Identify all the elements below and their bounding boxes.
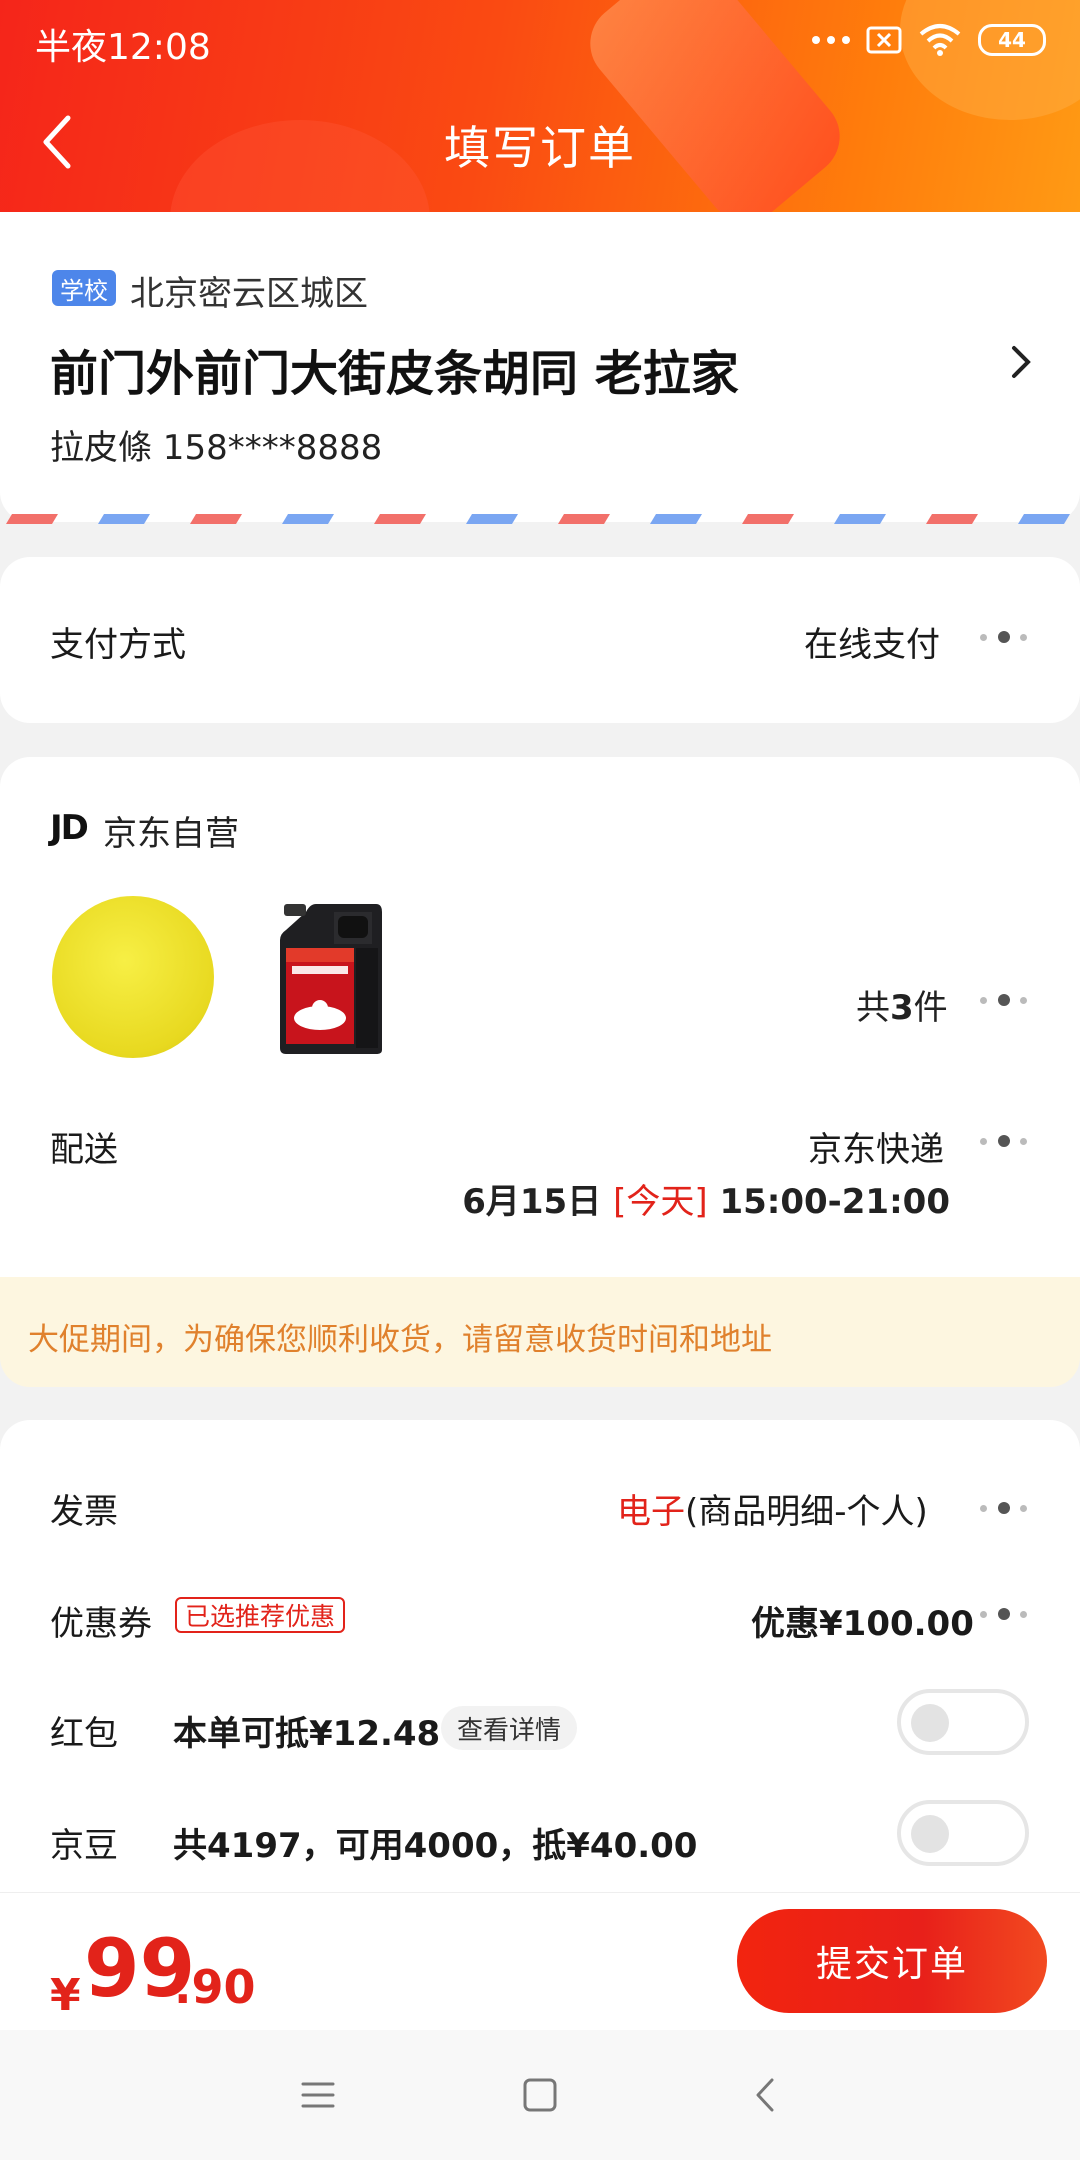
- delivery-today: [今天]: [613, 1182, 708, 1222]
- page-title: 填写订单: [444, 121, 636, 175]
- price-currency: ¥: [50, 1970, 81, 2021]
- red-packet-value: 本单可抵¥12.48: [173, 1714, 441, 1754]
- address-detail[interactable]: 前门外前门大街皮条胡同 老拉家: [50, 334, 739, 404]
- payment-method-label: 支付方式: [50, 625, 186, 665]
- home-icon[interactable]: [515, 2070, 565, 2120]
- invoice-label: 发票: [50, 1492, 118, 1532]
- notification-dots-icon: [812, 36, 850, 44]
- goods-count-number: 3: [890, 988, 914, 1028]
- address-contact: 拉皮條 158****8888: [50, 428, 383, 468]
- toggle-knob: [911, 1704, 949, 1742]
- goods-count-prefix: 共: [856, 988, 890, 1028]
- battery-indicator: 44: [978, 24, 1046, 56]
- jd-logo: JD: [50, 808, 89, 848]
- delivery-method[interactable]: 京东快递: [808, 1122, 944, 1171]
- product-image-sponge[interactable]: [52, 896, 214, 1058]
- more-dots-icon[interactable]: [980, 1607, 1030, 1621]
- menu-icon[interactable]: [293, 2070, 343, 2120]
- address-tag: 学校: [52, 270, 116, 306]
- invoice-value[interactable]: 电子(商品明细-个人): [617, 1484, 928, 1533]
- submit-order-button[interactable]: 提交订单: [737, 1909, 1047, 2013]
- price-decimal: .90: [174, 1960, 256, 2014]
- more-dots-icon[interactable]: [980, 630, 1030, 644]
- delivery-window: 15:00-21:00: [719, 1182, 950, 1222]
- red-packet-toggle[interactable]: [897, 1689, 1029, 1755]
- more-dots-icon[interactable]: [980, 1501, 1030, 1515]
- jd-beans-value: 共4197，可用4000，抵¥40.00: [173, 1826, 698, 1866]
- coupon-recommended-tag: 已选推荐优惠: [175, 1597, 346, 1633]
- delivery-time[interactable]: 6月15日 [今天] 15:00-21:00: [462, 1174, 950, 1223]
- promo-notice-text: 大促期间，为确保您顺利收货，请留意收货时间和地址: [28, 1322, 772, 1358]
- red-packet-detail-button[interactable]: 查看详情: [441, 1706, 578, 1750]
- status-bar: 半夜12:08 44: [0, 0, 1080, 80]
- jd-beans-label: 京豆: [50, 1826, 118, 1866]
- battery-level: 44: [998, 28, 1026, 52]
- address-region: 北京密云区城区: [130, 274, 368, 314]
- sim-x-icon: [866, 26, 902, 54]
- wifi-icon: [919, 24, 961, 56]
- red-packet-label: 红包: [50, 1714, 118, 1754]
- status-time: 半夜12:08: [35, 27, 211, 68]
- product-image-engine-oil[interactable]: [276, 900, 386, 1056]
- payment-method-value[interactable]: 在线支付: [804, 617, 940, 666]
- coupon-label: 优惠券: [50, 1604, 152, 1644]
- airmail-stripe: [0, 514, 1080, 524]
- goods-count[interactable]: 共3件: [856, 980, 948, 1029]
- shop-name: 京东自营: [103, 814, 239, 854]
- more-dots-icon[interactable]: [980, 1134, 1030, 1148]
- invoice-detail: (商品明细-个人): [685, 1492, 928, 1532]
- goods-count-suffix: 件: [913, 988, 948, 1028]
- nav-back-icon[interactable]: [742, 2070, 792, 2120]
- invoice-type: 电子: [617, 1492, 685, 1532]
- jd-beans-toggle[interactable]: [897, 1800, 1029, 1866]
- chevron-right-icon[interactable]: [1006, 342, 1036, 382]
- delivery-date: 6月15日: [462, 1182, 602, 1222]
- status-icons: 44: [812, 22, 1046, 58]
- toggle-knob: [911, 1815, 949, 1853]
- coupon-value[interactable]: 优惠¥100.00: [751, 1596, 974, 1645]
- delivery-label: 配送: [50, 1130, 118, 1170]
- more-dots-icon[interactable]: [980, 993, 1030, 1007]
